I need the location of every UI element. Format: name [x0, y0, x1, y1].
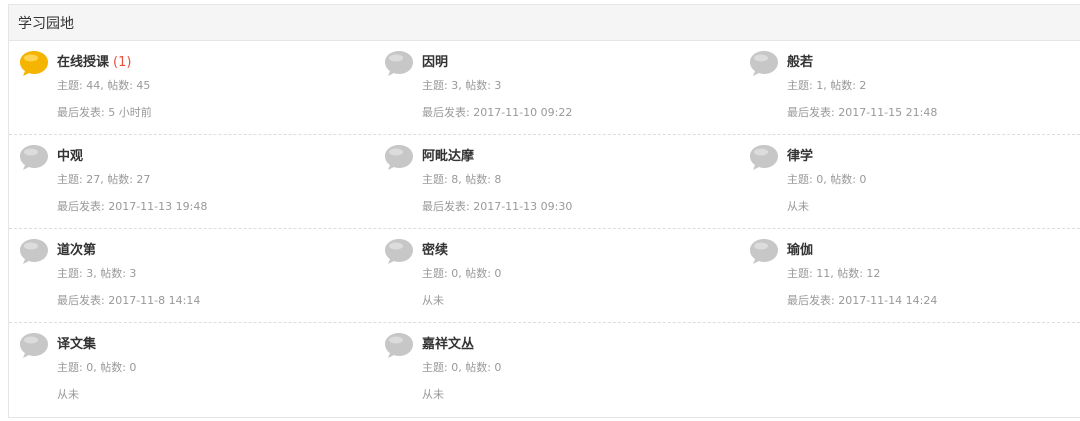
- forum-stats: 主题: 3, 帖数: 3: [57, 267, 137, 280]
- forum-title-link[interactable]: 密续: [422, 239, 448, 258]
- forum-last-post[interactable]: 最后发表: 5 小时前: [57, 104, 152, 120]
- forum-stats: 主题: 8, 帖数: 8: [422, 173, 502, 186]
- forum-title-link[interactable]: 律学: [787, 145, 813, 164]
- forum-title[interactable]: 因明: [422, 55, 448, 70]
- speech-bubble-icon[interactable]: [19, 143, 49, 171]
- forum-stats: 主题: 0, 帖数: 0: [57, 361, 137, 374]
- forum-item: 在线授课 (1) 主题: 44, 帖数: 45 最后发表: 5 小时前: [9, 41, 369, 135]
- forum-row: 道次第主题: 3, 帖数: 3 最后发表: 2017-11-8 14:14 密续主题…: [9, 229, 1080, 323]
- speech-bubble-icon[interactable]: [384, 237, 414, 265]
- forum-title-link[interactable]: 因明: [422, 51, 448, 70]
- forum-last-post[interactable]: 最后发表: 2017-11-8 14:14: [57, 292, 200, 308]
- forum-title[interactable]: 瑜伽: [787, 243, 813, 258]
- forum-last-post: 从未: [422, 294, 444, 307]
- forum-stats: 主题: 3, 帖数: 3: [422, 79, 502, 92]
- forum-item: 中观主题: 27, 帖数: 27 最后发表: 2017-11-13 19:48: [9, 135, 369, 229]
- forum-title-link[interactable]: 中观: [57, 145, 83, 164]
- forum-title-link[interactable]: 在线授课 (1): [57, 51, 131, 70]
- forum-stats: 主题: 0, 帖数: 0: [787, 173, 867, 186]
- forum-stats: 主题: 0, 帖数: 0: [422, 267, 502, 280]
- forum-row: 在线授课 (1) 主题: 44, 帖数: 45 最后发表: 5 小时前 因明主题: 3,…: [9, 41, 1080, 135]
- speech-bubble-new-icon[interactable]: [19, 49, 49, 77]
- forum-row: 译文集主题: 0, 帖数: 0 从未 嘉祥文丛主题: 0, 帖数: 0 从未: [9, 323, 1080, 417]
- forum-grid: 在线授课 (1) 主题: 44, 帖数: 45 最后发表: 5 小时前 因明主题: 3,…: [9, 41, 1080, 417]
- forum-item: 嘉祥文丛主题: 0, 帖数: 0 从未: [374, 323, 734, 417]
- forum-last-post[interactable]: 最后发表: 2017-11-13 09:30: [422, 198, 572, 214]
- forum-item: 道次第主题: 3, 帖数: 3 最后发表: 2017-11-8 14:14: [9, 229, 369, 323]
- forum-stats: 主题: 1, 帖数: 2: [787, 79, 867, 92]
- forum-title-link[interactable]: 瑜伽: [787, 239, 813, 258]
- forum-stats: 主题: 0, 帖数: 0: [422, 361, 502, 374]
- forum-item: 律学主题: 0, 帖数: 0 从未: [739, 135, 1080, 229]
- speech-bubble-icon[interactable]: [19, 237, 49, 265]
- forum-item: 译文集主题: 0, 帖数: 0 从未: [9, 323, 369, 417]
- forum-item: 瑜伽主题: 11, 帖数: 12 最后发表: 2017-11-14 14:24: [739, 229, 1080, 323]
- forum-section-panel: 学习园地 在线授课 (1) 主题: 44, 帖数: 45 最后发表: 5 小时前 因明主…: [8, 4, 1080, 418]
- forum-item: 因明主题: 3, 帖数: 3 最后发表: 2017-11-10 09:22: [374, 41, 734, 135]
- section-header: 学习园地: [9, 5, 1080, 41]
- forum-last-post[interactable]: 最后发表: 2017-11-10 09:22: [422, 104, 572, 120]
- forum-title[interactable]: 律学: [787, 149, 813, 164]
- forum-last-post[interactable]: 最后发表: 2017-11-15 21:48: [787, 104, 937, 120]
- forum-row: 中观主题: 27, 帖数: 27 最后发表: 2017-11-13 19:48 阿毗…: [9, 135, 1080, 229]
- forum-stats: 主题: 11, 帖数: 12: [787, 267, 881, 280]
- forum-last-post[interactable]: 最后发表: 2017-11-13 19:48: [57, 198, 207, 214]
- forum-title-link[interactable]: 译文集: [57, 333, 96, 352]
- forum-title-link[interactable]: 阿毗达摩: [422, 145, 474, 164]
- speech-bubble-icon[interactable]: [749, 49, 779, 77]
- forum-last-post: 从未: [787, 200, 809, 213]
- forum-last-post: 从未: [57, 388, 79, 401]
- forum-item: 般若主题: 1, 帖数: 2 最后发表: 2017-11-15 21:48: [739, 41, 1080, 135]
- forum-title[interactable]: 般若: [787, 55, 813, 70]
- forum-item: 密续主题: 0, 帖数: 0 从未: [374, 229, 734, 323]
- speech-bubble-icon[interactable]: [749, 237, 779, 265]
- forum-stats: 主题: 27, 帖数: 27: [57, 173, 151, 186]
- forum-title-link[interactable]: 道次第: [57, 239, 96, 258]
- speech-bubble-icon[interactable]: [384, 143, 414, 171]
- forum-title[interactable]: 在线授课: [57, 55, 109, 70]
- new-posts-count: (1): [113, 55, 132, 70]
- forum-title[interactable]: 阿毗达摩: [422, 149, 474, 164]
- forum-title[interactable]: 译文集: [57, 337, 96, 352]
- forum-last-post[interactable]: 最后发表: 2017-11-14 14:24: [787, 292, 937, 308]
- forum-title[interactable]: 嘉祥文丛: [422, 337, 474, 352]
- forum-title[interactable]: 道次第: [57, 243, 96, 258]
- section-title[interactable]: 学习园地: [18, 13, 74, 33]
- forum-title[interactable]: 中观: [57, 149, 83, 164]
- forum-last-post: 从未: [422, 388, 444, 401]
- speech-bubble-icon[interactable]: [384, 49, 414, 77]
- forum-item: 阿毗达摩主题: 8, 帖数: 8 最后发表: 2017-11-13 09:30: [374, 135, 734, 229]
- speech-bubble-icon[interactable]: [749, 143, 779, 171]
- speech-bubble-icon[interactable]: [384, 331, 414, 359]
- forum-title[interactable]: 密续: [422, 243, 448, 258]
- forum-title-link[interactable]: 嘉祥文丛: [422, 333, 474, 352]
- speech-bubble-icon[interactable]: [19, 331, 49, 359]
- forum-stats: 主题: 44, 帖数: 45: [57, 79, 151, 92]
- forum-title-link[interactable]: 般若: [787, 51, 813, 70]
